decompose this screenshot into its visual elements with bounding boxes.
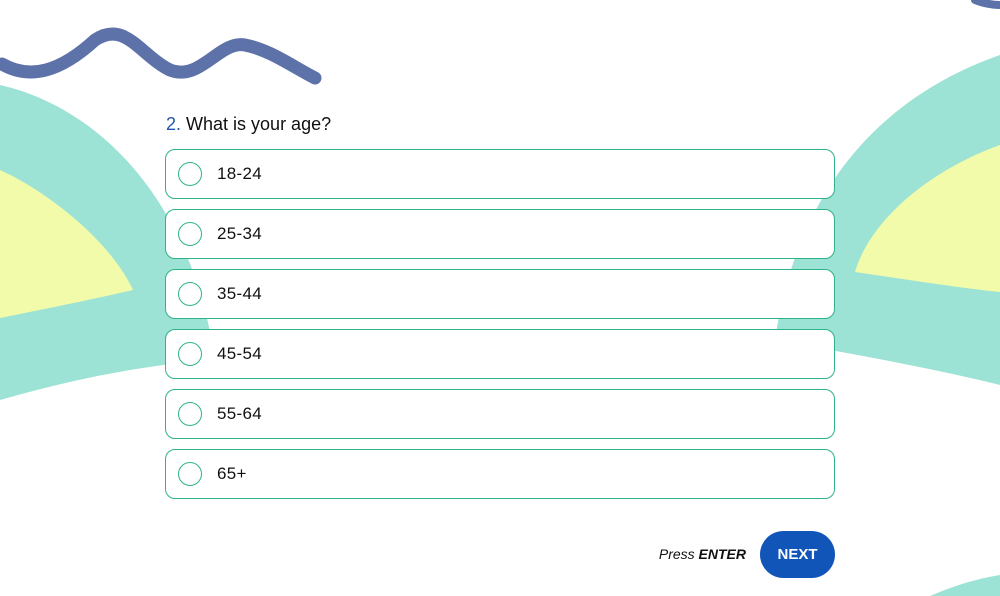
option-18-24[interactable]: 18-24 (165, 149, 835, 199)
option-label: 45-54 (217, 344, 262, 363)
option-label: 55-64 (217, 404, 262, 423)
question-block: 2. What is your age? 18-24 25-34 35-44 4… (165, 112, 835, 499)
option-55-64[interactable]: 55-64 (165, 389, 835, 439)
option-45-54[interactable]: 45-54 (165, 329, 835, 379)
next-button[interactable]: NEXT (760, 530, 835, 578)
radio-circle-icon[interactable] (178, 402, 202, 426)
keyboard-hint: Press ENTER (659, 546, 746, 562)
question-number: 2. (166, 114, 182, 134)
question-title: 2. What is your age? (166, 112, 835, 136)
option-25-34[interactable]: 25-34 (165, 209, 835, 259)
option-65-plus[interactable]: 65+ (165, 449, 835, 499)
radio-circle-icon[interactable] (178, 342, 202, 366)
option-label: 18-24 (217, 164, 262, 183)
option-35-44[interactable]: 35-44 (165, 269, 835, 319)
top-right-curve-line (971, 0, 1000, 9)
top-left-wave-line (0, 27, 322, 85)
option-label: 65+ (217, 464, 247, 483)
bottom-right-teal-shape (930, 575, 1000, 596)
navigation-footer: Press ENTER NEXT (600, 530, 835, 578)
survey-page: 2. What is your age? 18-24 25-34 35-44 4… (0, 0, 1000, 596)
radio-circle-icon[interactable] (178, 462, 202, 486)
radio-circle-icon[interactable] (178, 282, 202, 306)
question-text: What is your age? (186, 114, 332, 134)
option-label: 35-44 (217, 284, 262, 303)
radio-circle-icon[interactable] (178, 162, 202, 186)
keyboard-hint-prefix: Press (658, 546, 695, 562)
keyboard-hint-key: ENTER (698, 546, 746, 562)
option-label: 25-34 (217, 224, 262, 243)
answer-options: 18-24 25-34 35-44 45-54 55-64 65+ (165, 149, 835, 499)
radio-circle-icon[interactable] (178, 222, 202, 246)
